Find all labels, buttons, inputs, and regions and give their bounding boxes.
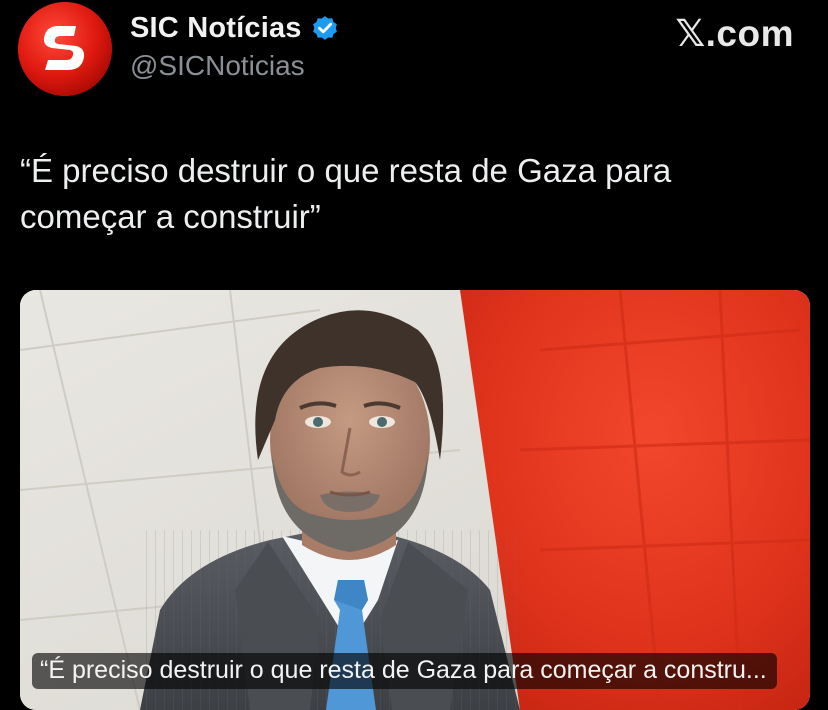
photo-illustration (20, 290, 810, 710)
tweet-header: SIC Notícias @SICNoticias 𝕏.com (0, 0, 828, 110)
x-brand-label: 𝕏.com (675, 12, 794, 55)
media-caption: “É preciso destruir o que resta de Gaza … (32, 653, 777, 689)
media-image[interactable] (20, 290, 810, 710)
avatar[interactable] (18, 2, 112, 96)
name-row: SIC Notícias (130, 8, 340, 48)
brand-domain: .com (705, 13, 794, 54)
sic-logo-icon (18, 2, 112, 96)
x-logo-icon: 𝕏 (675, 12, 706, 55)
account-handle[interactable]: @SICNoticias (130, 50, 305, 82)
display-name[interactable]: SIC Notícias (130, 12, 302, 45)
tweet-text: “É preciso destruir o que resta de Gaza … (20, 152, 672, 235)
verified-badge-icon (312, 16, 337, 40)
